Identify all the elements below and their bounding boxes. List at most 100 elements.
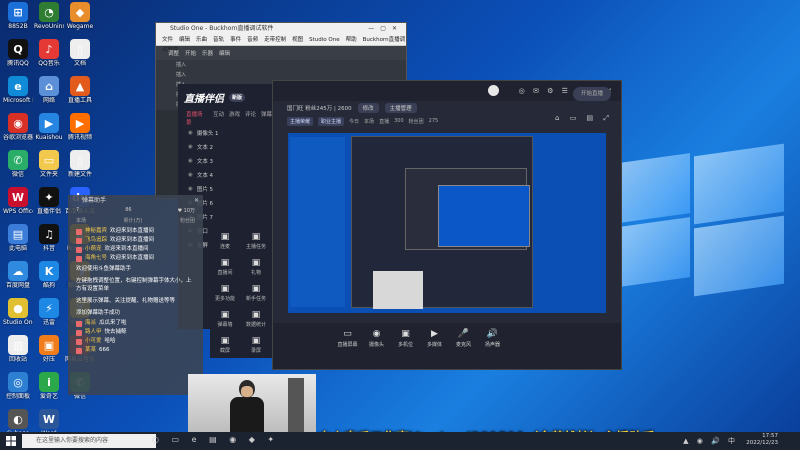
desktop-icon[interactable]: ▶ Kuaishou [34,113,64,141]
menu-item[interactable]: Studio One [309,37,339,43]
source-button[interactable]: 🔊 扬声器 [478,329,507,348]
studio-one-menu[interactable]: 文件 编辑 乐曲 音轨 事件 音频 走带控制 视图 Studio One 帮助 Buckhorn直播… [156,35,406,53]
menu-item[interactable]: 编辑 [179,37,190,43]
track-row[interactable]: 插入 [156,70,406,80]
room-edit-button[interactable]: 修改 [357,103,379,113]
desktop-icon[interactable]: ▥ 回收站 [3,335,33,363]
tool-item[interactable]: ▣ 录屏 [241,336,271,354]
menu-item[interactable]: 事件 [230,37,241,43]
danmu-header[interactable]: 弹幕助手 ✕ [68,195,203,207]
eye-icon[interactable]: ◉ [188,186,193,192]
desktop-icon[interactable]: ⊞ 8852B [3,2,33,30]
stream-preview[interactable] [288,133,606,313]
tool-item[interactable]: ▣ 更多功能 [210,284,240,302]
menu-item[interactable]: 走带控制 [264,37,286,43]
tool-item[interactable]: ▣ 直播间 [210,258,240,276]
desktop-icon[interactable]: ▯ 文档 [65,39,95,67]
host-manage-button[interactable]: 主播管理 [384,103,417,113]
menu-item[interactable]: 音频 [247,37,258,43]
layer-row[interactable]: ◉ 图片 5 [178,182,272,196]
studio-one-toolbar[interactable]: 调整 开始 乐器 编辑 [156,46,406,60]
tool-item[interactable]: ▣ 礼物 [241,258,271,276]
tab-1[interactable]: 互动 [213,110,224,126]
system-tray[interactable]: ▲ ◉ 🔊 中 [683,436,738,446]
source-button[interactable]: ▣ 多机位 [391,329,420,348]
desktop-icon[interactable]: W WPS Office [3,187,33,215]
eye-icon[interactable]: ◉ [188,130,193,136]
desktop-icon[interactable]: ◐Cubase [3,409,33,432]
version-badge[interactable]: 新版 [229,92,246,102]
source-buttons[interactable]: ▭ 直播屏幕 ◉ 摄像头 ▣ 多机位 ▶ 多媒体 🎤 麦克风 🔊 扬声器 [273,323,621,369]
tool-grid[interactable]: ▣ 连麦 ▣ 主播任务 ▣ 直播间 ▣ 礼物 ▣ 更多功能 ▣ 新手任务 ▣ 弹幕墙 ▣ 数据统计 ▣ 截屏 ▣ 录屏 [210,228,272,358]
source-button[interactable]: ▶ 多媒体 [420,329,449,348]
toolbar-item[interactable]: 开始 [185,49,196,57]
toolbar-item[interactable]: 乐器 [202,49,213,57]
tool-item[interactable]: ▣ 弹幕墙 [210,310,240,328]
desktop-icon[interactable]: ▤ 此电脑 [3,224,33,252]
start-live-button[interactable]: 开始直播 [573,87,611,101]
menu-item[interactable]: 乐曲 [196,37,207,43]
avatar[interactable] [488,85,499,96]
window-controls[interactable]: —▢✕ [368,23,403,35]
danmu-panel[interactable]: 弹幕助手 ✕ 7 86 ♥ 10万 本场 累计(万) 粉丝团 神秘嘉宾 欢迎来到本直播间 飞鸟… [68,195,203,395]
desktop-icon[interactable]: Q 腾讯QQ [3,39,33,67]
desktop-icon[interactable]: ◎ 控制面板 [3,372,33,400]
eye-icon[interactable]: ◉ [188,172,193,178]
tool-item[interactable]: ▣ 主播任务 [241,232,271,250]
pinned-apps[interactable]: ○ ▭ e ▤ ◉ ◆ ✦ [152,435,279,444]
eye-icon[interactable]: ◉ [188,144,193,150]
layer-row[interactable]: ◉ 摄像头 1 [178,126,272,140]
source-button[interactable]: ◉ 摄像头 [362,329,391,348]
track-row[interactable]: 插入 [156,60,406,70]
tool-item[interactable]: ▣ 数据统计 [241,310,271,328]
desktop-icon[interactable]: K 酷狗 [34,261,64,289]
desktop-icon[interactable]: ◉ 谷歌浏览器 [3,113,33,141]
taskbar-search[interactable]: 在这里输入你要搜索的内容 [22,434,156,448]
desktop-icon[interactable]: ▭ 文件夹 [34,150,64,178]
windows-start-icon[interactable] [6,436,16,446]
desktop-icon[interactable]: ⌂ 网络 [34,76,64,104]
desktop-icon[interactable]: WWord [34,409,64,432]
tab-4[interactable]: 弹幕 [261,110,272,126]
tab-3[interactable]: 评论 [245,110,256,126]
desktop-icon[interactable]: ♫ 抖音 [34,224,64,252]
menu-item[interactable]: 文件 [162,37,173,43]
desktop-icon[interactable]: ◔RevoUninstaller [34,2,64,30]
preview-tool-icons[interactable]: ⌂ ▭ ▤ ⤢ [555,114,613,123]
studio-one-titlebar[interactable]: Studio One - Buckhorn直播调试软件 —▢✕ [156,23,406,35]
desktop-icon[interactable]: ▲ 直播工具 [65,76,95,104]
toolbar-item[interactable]: 编辑 [219,49,230,57]
desktop-icon[interactable]: ◆ Wegame [65,2,95,30]
layer-row[interactable]: ◉ 文本 4 [178,168,272,182]
tool-item[interactable]: ▣ 连麦 [210,232,240,250]
desktop-icon[interactable]: ▶ 腾讯视频 [65,113,95,141]
eye-icon[interactable]: ◉ [188,158,193,164]
tool-item[interactable]: ▣ 截屏 [210,336,240,354]
desktop-icon[interactable]: eMicrosoft Edge [3,76,33,104]
desktop-icon[interactable]: ♪ QQ音乐 [34,39,64,67]
banlv-topbar[interactable]: ◎ ✉ ⚙ ☰ — ▢ ✕ [273,81,621,101]
menu-item[interactable]: 帮助 [346,37,357,43]
desktop-icon[interactable]: ▣ 好压 [34,335,64,363]
toolbar-item[interactable]: 调整 [168,49,179,57]
desktop-icon[interactable]: ✆微信 [3,150,33,178]
layer-row[interactable]: ◉ 文本 2 [178,140,272,154]
menu-item[interactable]: 视图 [292,37,303,43]
source-button[interactable]: ▭ 直播屏幕 [333,329,362,348]
source-button[interactable]: 🎤 麦克风 [449,329,478,348]
desktop-icon[interactable]: ☁ 百度网盘 [3,261,33,289]
menu-item[interactable]: 音轨 [213,37,224,43]
tab-2[interactable]: 游戏 [229,110,240,126]
banlv-main-window[interactable]: ◎ ✉ ⚙ ☰ — ▢ ✕ 国门旺 粉丝245万 | 2600 修改 主播管理 … [272,80,622,370]
desktop-icon[interactable]: i 爱奇艺 [34,372,64,400]
desktop-icon[interactable]: ▯ 新建文件 [65,150,95,178]
clock[interactable]: 17:57 2022/12/23 [746,433,778,447]
close-icon[interactable]: ✕ [194,195,199,207]
desktop-icon[interactable]: ✦ 直播伴侣 [34,187,64,215]
tab-0[interactable]: 直播场景 [186,110,208,126]
scene-tabs[interactable]: 直播场景 互动 游戏 评论 弹幕 [178,110,272,126]
desktop-icon[interactable]: ● Studio One [3,298,33,326]
desktop-icon[interactable]: ⚡ 迅雷 [34,298,64,326]
tool-item[interactable]: ▣ 新手任务 [241,284,271,302]
layer-row[interactable]: ◉ 文本 3 [178,154,272,168]
